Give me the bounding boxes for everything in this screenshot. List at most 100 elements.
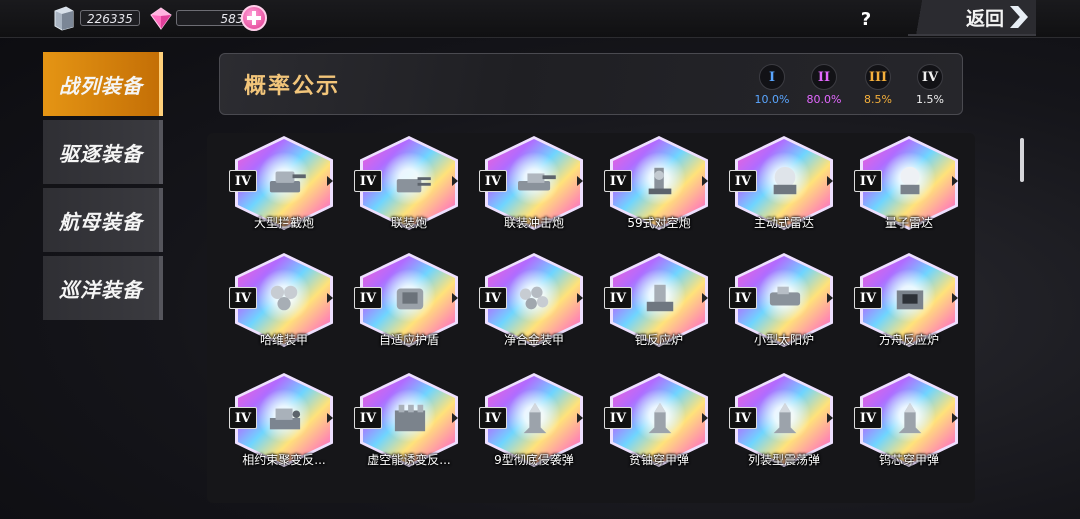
equipment-name: 虚空能诱变反... [367, 453, 451, 467]
equipment-name: 主动式雷达 [753, 216, 814, 230]
plus-icon [247, 11, 261, 25]
add-gem-button[interactable] [241, 5, 267, 31]
equipment-card[interactable]: IV 方舟反应炉 [854, 253, 964, 371]
tier-badge: IV [229, 407, 257, 429]
impact-cannon-icon [518, 173, 556, 191]
void-reactor-icon [394, 404, 426, 432]
equipment-name: 小型太阳炉 [753, 333, 814, 347]
pink-gem-icon [148, 5, 172, 31]
scrollbar[interactable] [1020, 138, 1024, 182]
tier-badge: IV [729, 287, 757, 309]
equipment-name: 联装炮 [390, 216, 427, 230]
rarity-ii: II 80.0% [804, 64, 844, 106]
equipment-card[interactable]: IV 联装炮 [354, 136, 464, 254]
equipment-name: 净合金装甲 [503, 333, 564, 347]
equipment-name: 钨芯穿甲弹 [878, 453, 939, 467]
tab-destroyer-equipment[interactable]: 驱逐装备 [43, 120, 163, 184]
rarity-badge: IV [917, 64, 943, 90]
rarity-percent: 80.0% [806, 93, 842, 106]
turret-icon [269, 171, 306, 193]
equipment-name: 大型拦截炮 [253, 216, 314, 230]
rarity-iv: IV 1.5% [910, 64, 950, 106]
rarity-badge: III [865, 64, 891, 90]
equipment-card[interactable]: IV 小型太阳炉 [729, 253, 839, 371]
equipment-card[interactable]: IV 哈维装甲 [229, 253, 339, 371]
category-sidebar: 战列装备 驱逐装备 航母装备 巡洋装备 [43, 52, 163, 324]
tier-badge: IV [604, 407, 632, 429]
equipment-name: 自适应护盾 [378, 333, 439, 347]
rarity-i: I 10.0% [752, 64, 792, 106]
tier-badge: IV [229, 170, 257, 192]
missile-icon [648, 402, 672, 434]
equipment-card[interactable]: IV 贫铀穿甲弹 [604, 373, 714, 491]
equipment-name: 哈维装甲 [259, 333, 308, 347]
tier-badge: IV [479, 407, 507, 429]
rarity-percent: 10.0% [754, 93, 790, 106]
missile-icon [523, 402, 547, 434]
ark-reactor-icon [896, 290, 924, 310]
tier-badge: IV [854, 407, 882, 429]
missile-icon [773, 402, 797, 434]
solar-furnace-icon [769, 286, 801, 306]
twin-cannon-icon [396, 177, 431, 193]
back-button[interactable]: 返回 [908, 0, 1036, 36]
missile-icon [898, 402, 922, 434]
equipment-card[interactable]: IV 虚空能诱变反... [354, 373, 464, 491]
tab-label: 战列装备 [59, 73, 143, 98]
equipment-name: 钯反应炉 [634, 333, 683, 347]
equipment-name: 59式对空炮 [627, 216, 691, 230]
tier-badge: IV [479, 170, 507, 192]
equipment-card[interactable]: IV 联装冲击炮 [479, 136, 589, 254]
tier-badge: IV [729, 170, 757, 192]
tier-badge: IV [604, 287, 632, 309]
rarity-iii: III 8.5% [858, 64, 898, 106]
equipment-card[interactable]: IV 钯反应炉 [604, 253, 714, 371]
equipment-card[interactable]: IV 59式对空炮 [604, 136, 714, 254]
tier-badge: IV [229, 287, 257, 309]
shield-generator-icon [396, 288, 424, 310]
tab-carrier-equipment[interactable]: 航母装备 [43, 188, 163, 252]
probability-header: 概率公示 I 10.0% II 80.0% III 8.5% IV 1.5% [219, 53, 963, 115]
tier-badge: IV [604, 170, 632, 192]
tier-badge: IV [854, 170, 882, 192]
equipment-card[interactable]: IV 钨芯穿甲弹 [854, 373, 964, 491]
chevron-right-icon [1010, 6, 1028, 28]
tab-battleship-equipment[interactable]: 战列装备 [43, 52, 163, 116]
equipment-name: 贫铀穿甲弹 [628, 453, 689, 467]
page-title: 概率公示 [244, 73, 341, 99]
tier-badge: IV [354, 407, 382, 429]
rarity-percent: 8.5% [864, 93, 892, 106]
equipment-card[interactable]: IV 净合金装甲 [479, 253, 589, 371]
rarity-badge: II [811, 64, 837, 90]
metal-ingot-icon [52, 5, 76, 31]
radar-dome-icon [773, 166, 797, 195]
tier-badge: IV [854, 287, 882, 309]
hex-armor-icon [270, 285, 298, 311]
tab-label: 巡洋装备 [59, 277, 143, 302]
help-button[interactable]: ? [852, 6, 880, 32]
equipment-card[interactable]: IV 大型拦截炮 [229, 136, 339, 254]
fusion-reactor-icon [269, 408, 301, 430]
equipment-card[interactable]: IV 相约束聚变反... [229, 373, 339, 491]
equipment-name: 量子雷达 [884, 216, 933, 230]
tab-cruiser-equipment[interactable]: 巡洋装备 [43, 256, 163, 320]
tier-badge: IV [729, 407, 757, 429]
tab-label: 航母装备 [59, 209, 143, 234]
reactor-icon [646, 284, 674, 312]
rarity-percent: 1.5% [916, 93, 944, 106]
rarity-badge: I [759, 64, 785, 90]
quantum-radar-icon [900, 166, 920, 195]
tier-badge: IV [479, 287, 507, 309]
help-label: ? [860, 8, 872, 30]
metal-amount: 226335 [80, 10, 140, 26]
equipment-name: 联装冲击炮 [503, 216, 564, 230]
equipment-card[interactable]: IV 主动式雷达 [729, 136, 839, 254]
equipment-card[interactable]: IV 自适应护盾 [354, 253, 464, 371]
equipment-name: 9型彻底侵袭弹 [494, 453, 574, 467]
equipment-card[interactable]: IV 列装型震荡弹 [729, 373, 839, 491]
aa-gun-icon [648, 167, 672, 195]
equipment-card[interactable]: IV 9型彻底侵袭弹 [479, 373, 589, 491]
alloy-armor-icon [519, 286, 549, 310]
equipment-card[interactable]: IV 量子雷达 [854, 136, 964, 254]
tab-label: 驱逐装备 [59, 141, 143, 166]
